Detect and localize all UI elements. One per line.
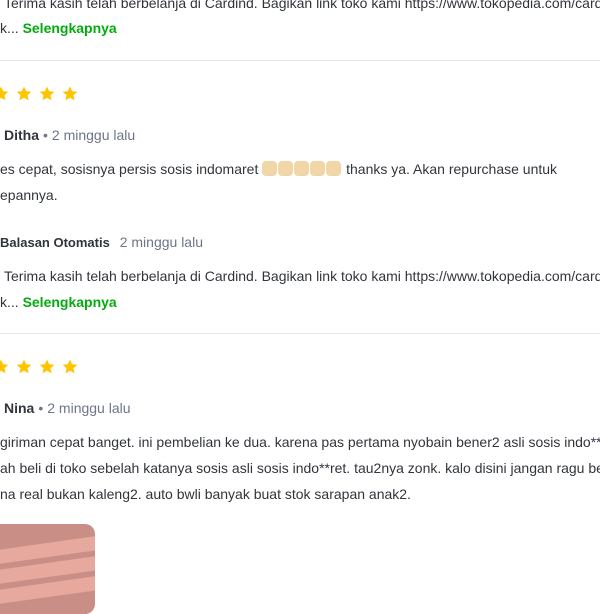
review-time: 2 minggu lalu bbox=[51, 127, 136, 143]
star-icon bbox=[0, 359, 9, 374]
thumbs-up-icon bbox=[310, 161, 326, 176]
rating-stars bbox=[0, 85, 79, 103]
read-more-link[interactable]: Selengkapnya bbox=[23, 294, 117, 310]
divider bbox=[0, 333, 600, 334]
star-icon bbox=[16, 86, 32, 101]
review-header: Nina • 2 minggu lalu bbox=[4, 400, 131, 416]
reviewer-name: Ditha bbox=[4, 127, 39, 143]
star-icon bbox=[0, 86, 9, 101]
seller-reply-time: 2 minggu lalu bbox=[119, 234, 203, 250]
read-more-link[interactable]: Selengkapnya bbox=[23, 20, 117, 36]
review-text-line3: na real bukan kaleng2. auto bwli banyak … bbox=[0, 486, 411, 502]
star-icon bbox=[39, 86, 55, 101]
review-text: giriman cepat banget. ini pembelian ke d… bbox=[0, 434, 600, 450]
review-text-line2: ah beli di toko sebelah katanya sosis as… bbox=[0, 460, 600, 476]
seller-reply-continuation: k... Selengkapnya bbox=[0, 294, 117, 310]
seller-reply-text: Terima kasih telah berbelanja di Cardind… bbox=[4, 268, 600, 284]
rating-stars bbox=[0, 358, 79, 376]
review-time: 2 minggu lalu bbox=[47, 400, 131, 416]
star-icon bbox=[62, 86, 78, 101]
thumbs-up-icon bbox=[278, 161, 294, 176]
seller-reply-continuation: k... Selengkapnya bbox=[0, 20, 117, 36]
star-icon bbox=[39, 359, 55, 374]
review-header: Ditha • 2 minggu lalu bbox=[4, 127, 135, 143]
review-text: es cepat, sosisnya persis sosis indomare… bbox=[0, 161, 558, 177]
review-text-line2: epannya. bbox=[0, 187, 58, 203]
separator-dot: • bbox=[38, 400, 44, 416]
star-icon bbox=[16, 359, 32, 374]
star-icon bbox=[62, 359, 78, 374]
divider bbox=[0, 60, 600, 61]
seller-reply-text: Terima kasih telah berbelanja di Cardind… bbox=[4, 0, 600, 11]
review-photo[interactable] bbox=[0, 524, 95, 614]
emoji-group bbox=[262, 161, 346, 177]
thumbs-up-icon bbox=[294, 161, 310, 176]
reviewer-name: Nina bbox=[4, 400, 35, 416]
seller-reply-author: Balasan Otomatis bbox=[0, 235, 110, 250]
thumbs-up-icon bbox=[262, 161, 278, 176]
seller-reply-header: Balasan Otomatis 2 minggu lalu bbox=[0, 234, 203, 250]
thumbs-up-icon bbox=[326, 161, 342, 176]
separator-dot: • bbox=[43, 127, 48, 143]
